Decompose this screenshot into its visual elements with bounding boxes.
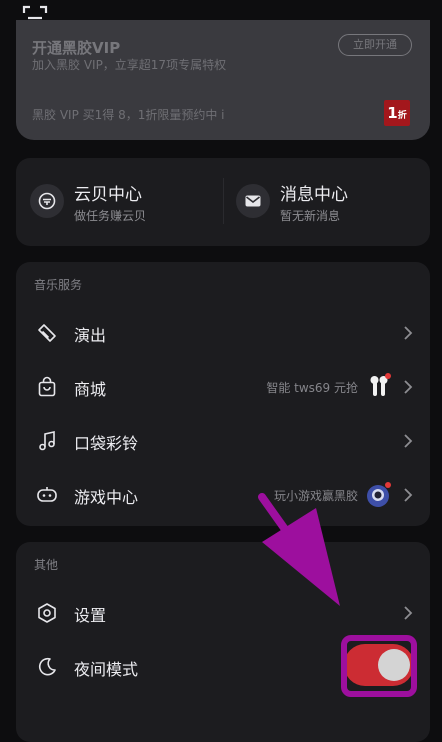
row-hint: 智能 tws69 元抢	[266, 381, 358, 395]
earbuds-icon	[370, 373, 391, 396]
vip-title: 开通黑胶VIP	[32, 39, 121, 57]
astronaut-icon	[367, 482, 391, 507]
chevron-right-icon	[404, 488, 413, 502]
discount-badge-suffix: 折	[397, 111, 407, 121]
vip-subtitle: 加入黑胶 VIP，立享超17项专属特权	[32, 58, 227, 72]
message-center-title: 消息中心	[280, 185, 348, 205]
row-label: 夜间模式	[74, 660, 139, 679]
vip-promo[interactable]: 黑胶 VIP 买1得 8，1折限量预约中 i	[32, 106, 224, 123]
discount-badge: 1折	[384, 100, 410, 126]
chevron-right-icon	[404, 606, 413, 620]
section-label-others: 其他	[34, 558, 59, 572]
section-label-music: 音乐服务	[34, 278, 83, 292]
music-services-card: 音乐服务 演出 商城 智能 tws69 元抢 口袋彩铃 游戏中心 玩小游戏赢黑胶	[16, 262, 430, 526]
gear-icon	[38, 603, 56, 623]
row-mall[interactable]: 商城 智能 tws69 元抢	[16, 360, 430, 414]
row-performances[interactable]: 演出	[16, 306, 430, 360]
highlight-box	[341, 635, 417, 697]
shopping-bag-icon	[38, 376, 56, 397]
message-center[interactable]: 消息中心 暂无新消息	[236, 176, 416, 226]
vip-card[interactable]: 开通黑胶VIP 立即开通 加入黑胶 VIP，立享超17项专属特权 黑胶 VIP …	[16, 20, 430, 140]
row-label: 口袋彩铃	[74, 434, 139, 453]
chevron-right-icon	[404, 380, 413, 394]
row-label: 演出	[74, 326, 107, 345]
chevron-right-icon	[404, 434, 413, 448]
cloud-coin-subtitle: 做任务赚云贝	[74, 209, 147, 223]
mail-icon	[236, 184, 270, 218]
row-label: 游戏中心	[74, 488, 139, 507]
cloud-coin-icon	[30, 184, 64, 218]
chevron-right-icon	[404, 326, 413, 340]
ticket-icon	[38, 324, 56, 342]
row-label: 商城	[74, 380, 107, 399]
music-note-icon	[39, 431, 55, 451]
discount-badge-number: 1	[387, 104, 398, 122]
row-label: 设置	[74, 606, 107, 625]
cloud-coin-title: 云贝中心	[74, 185, 142, 205]
row-hint: 玩小游戏赢黑胶	[273, 489, 358, 503]
gamepad-icon	[37, 487, 57, 502]
vip-open-button[interactable]: 立即开通	[338, 34, 412, 56]
hub-card: 云贝中心 做任务赚云贝 消息中心 暂无新消息	[16, 158, 430, 246]
moon-icon	[39, 657, 56, 676]
row-pocket-ringtone[interactable]: 口袋彩铃	[16, 414, 430, 468]
hub-divider	[223, 178, 224, 224]
cloud-coin-center[interactable]: 云贝中心 做任务赚云贝	[30, 176, 220, 226]
row-settings[interactable]: 设置	[16, 586, 430, 640]
message-center-subtitle: 暂无新消息	[280, 209, 341, 223]
row-game-center[interactable]: 游戏中心 玩小游戏赢黑胶	[16, 468, 430, 522]
